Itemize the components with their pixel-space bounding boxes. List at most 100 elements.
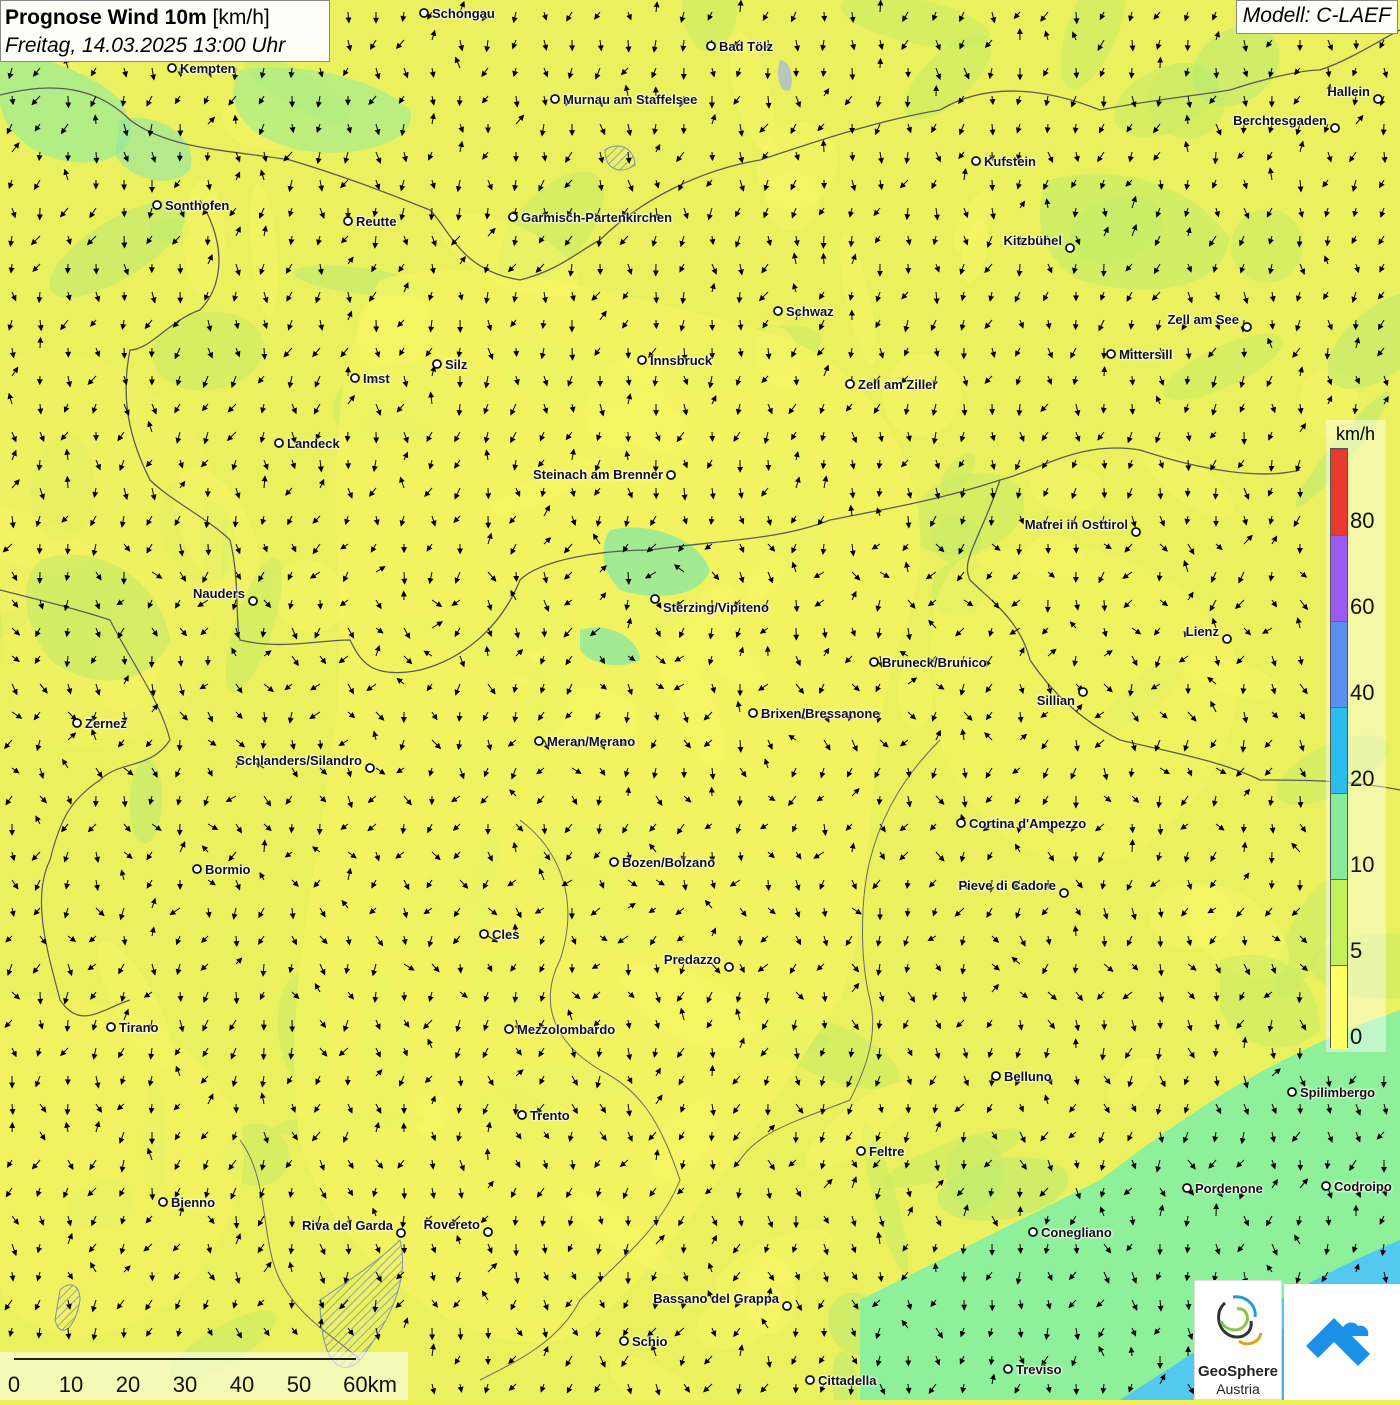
wind-arrow — [404, 572, 405, 584]
city-marker[interactable] — [518, 1111, 526, 1119]
city-marker[interactable] — [725, 963, 733, 971]
city-marker[interactable] — [1066, 244, 1074, 252]
legend-segment-20 — [1331, 707, 1347, 793]
wind-arrow — [795, 1328, 796, 1337]
city-marker[interactable] — [651, 595, 659, 603]
wind-arrow — [180, 264, 181, 273]
wind-arrow — [236, 992, 237, 1003]
wind-arrow — [1076, 320, 1077, 329]
city-marker[interactable] — [846, 380, 854, 388]
city-marker[interactable] — [107, 1023, 115, 1031]
map-title: Prognose Wind 10m [km/h] — [5, 4, 325, 32]
city-marker[interactable] — [783, 1302, 791, 1310]
weather-app-logo[interactable] — [1284, 1284, 1400, 1400]
city-marker[interactable] — [153, 201, 161, 209]
city-label: Bad Tölz — [719, 40, 773, 54]
city-marker[interactable] — [249, 597, 257, 605]
city-marker[interactable] — [344, 217, 352, 225]
city-marker[interactable] — [433, 360, 441, 368]
city-marker[interactable] — [1029, 1228, 1037, 1236]
wind-arrow — [712, 152, 713, 160]
wind-arrow — [908, 1356, 909, 1365]
city-marker[interactable] — [992, 1072, 1000, 1080]
city-marker[interactable] — [193, 865, 201, 873]
city-label: Meran/Merano — [547, 735, 635, 749]
city-marker[interactable] — [159, 1198, 167, 1206]
city-marker[interactable] — [168, 64, 176, 72]
legend-segment-0 — [1331, 965, 1347, 1049]
wind-arrow — [628, 788, 629, 796]
city-marker[interactable] — [1183, 1184, 1191, 1192]
wind-arrow — [67, 477, 68, 488]
city-marker[interactable] — [351, 374, 359, 382]
legend-tick: 60 — [1350, 594, 1374, 620]
scale-bar: 0 10 20 30 40 50 60km — [0, 1352, 408, 1400]
city-label: Nauders — [193, 587, 245, 601]
wind-arrow — [1383, 124, 1384, 135]
city-marker[interactable] — [972, 157, 980, 165]
city-marker[interactable] — [484, 1228, 492, 1236]
city-marker[interactable] — [480, 930, 488, 938]
wind-arrow — [1300, 1160, 1301, 1170]
city-marker[interactable] — [1060, 889, 1068, 897]
wind-arrow — [431, 208, 432, 220]
wind-arrow — [180, 740, 181, 750]
wind-arrow — [320, 600, 321, 609]
city-marker[interactable] — [505, 1025, 513, 1033]
city-marker[interactable] — [774, 307, 782, 315]
city-marker[interactable] — [1322, 1182, 1330, 1190]
geosphere-logo[interactable]: GeoSphere Austria — [1194, 1280, 1282, 1400]
wind-arrow — [1076, 852, 1077, 861]
wind-arrow — [264, 1048, 265, 1059]
city-label: Cittadella — [818, 1374, 877, 1388]
city-marker[interactable] — [1243, 323, 1251, 331]
city-marker[interactable] — [509, 213, 517, 221]
city-marker[interactable] — [551, 95, 559, 103]
city-marker[interactable] — [1331, 124, 1339, 132]
legend-tick: 40 — [1350, 680, 1374, 706]
city-label: Feltre — [869, 1145, 904, 1159]
wind-arrow — [152, 1188, 153, 1199]
city-label: Bruneck/Brunico — [882, 656, 987, 670]
wind-arrow — [1272, 320, 1273, 329]
city-label: Pordenone — [1195, 1182, 1263, 1196]
wind-arrow — [1075, 926, 1076, 936]
city-marker[interactable] — [610, 858, 618, 866]
city-marker[interactable] — [366, 764, 374, 772]
city-marker[interactable] — [1004, 1365, 1012, 1373]
city-marker[interactable] — [1079, 688, 1087, 696]
wind-arrow — [768, 880, 769, 890]
city-marker[interactable] — [620, 1337, 628, 1345]
city-label: Pieve di Cadore — [958, 879, 1056, 893]
city-label: Zernez — [85, 717, 127, 731]
city-label: Zell am Ziller — [858, 378, 937, 392]
city-marker[interactable] — [1107, 350, 1115, 358]
wind-arrow — [124, 348, 125, 358]
forecast-datetime: Freitag, 14.03.2025 13:00 Uhr — [5, 32, 325, 60]
city-marker[interactable] — [397, 1229, 405, 1237]
legend-tick: 5 — [1350, 938, 1362, 964]
city-marker[interactable] — [1374, 95, 1382, 103]
city-marker[interactable] — [420, 9, 428, 17]
city-label: Bozen/Bolzano — [622, 856, 715, 870]
city-marker[interactable] — [667, 471, 675, 479]
scale-label: 0 — [8, 1372, 20, 1398]
city-marker[interactable] — [870, 658, 878, 666]
city-marker[interactable] — [1223, 635, 1231, 643]
city-marker[interactable] — [638, 356, 646, 364]
city-marker[interactable] — [749, 709, 757, 717]
city-label: Schwaz — [786, 305, 834, 319]
city-marker[interactable] — [806, 1376, 814, 1384]
city-marker[interactable] — [535, 737, 543, 745]
city-label: Cortina d'Ampezzo — [969, 817, 1086, 831]
city-marker[interactable] — [1288, 1088, 1296, 1096]
city-marker[interactable] — [1132, 528, 1140, 536]
city-marker[interactable] — [957, 819, 965, 827]
city-marker[interactable] — [707, 42, 715, 50]
wind-arrow — [1132, 404, 1133, 414]
wind-arrow — [460, 96, 461, 105]
city-marker[interactable] — [857, 1147, 865, 1155]
city-label: Predazzo — [664, 953, 721, 967]
city-marker[interactable] — [73, 719, 81, 727]
city-marker[interactable] — [275, 439, 283, 447]
